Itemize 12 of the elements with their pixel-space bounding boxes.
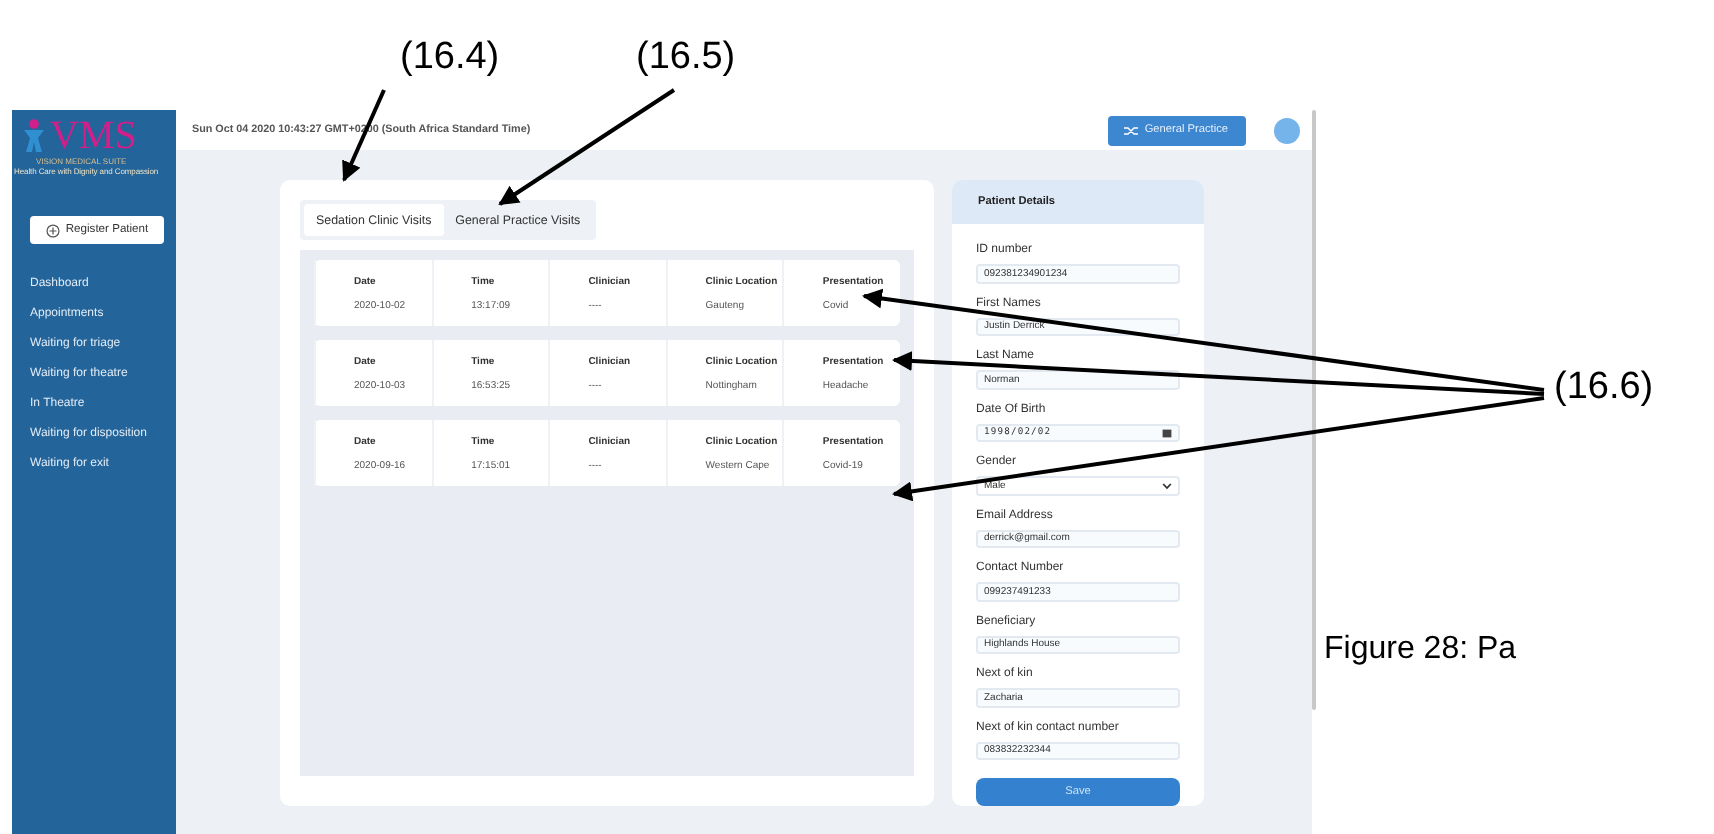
calendar-icon	[1162, 427, 1172, 438]
annotation-label: (16.5)	[636, 36, 736, 80]
add-icon	[45, 223, 60, 237]
avatar[interactable]	[1274, 117, 1300, 143]
annotation-label: (16.6)	[1554, 366, 1654, 410]
shuffle-icon	[1124, 125, 1139, 135]
figure-caption: Figure 28: Pa	[1324, 632, 1517, 668]
scroll-bar[interactable]	[1312, 110, 1316, 710]
annotation-label: (16.4)	[400, 36, 500, 80]
chevron-down-icon	[1162, 481, 1172, 490]
logo: VMS	[50, 116, 137, 156]
logo-figure-icon	[20, 118, 48, 154]
